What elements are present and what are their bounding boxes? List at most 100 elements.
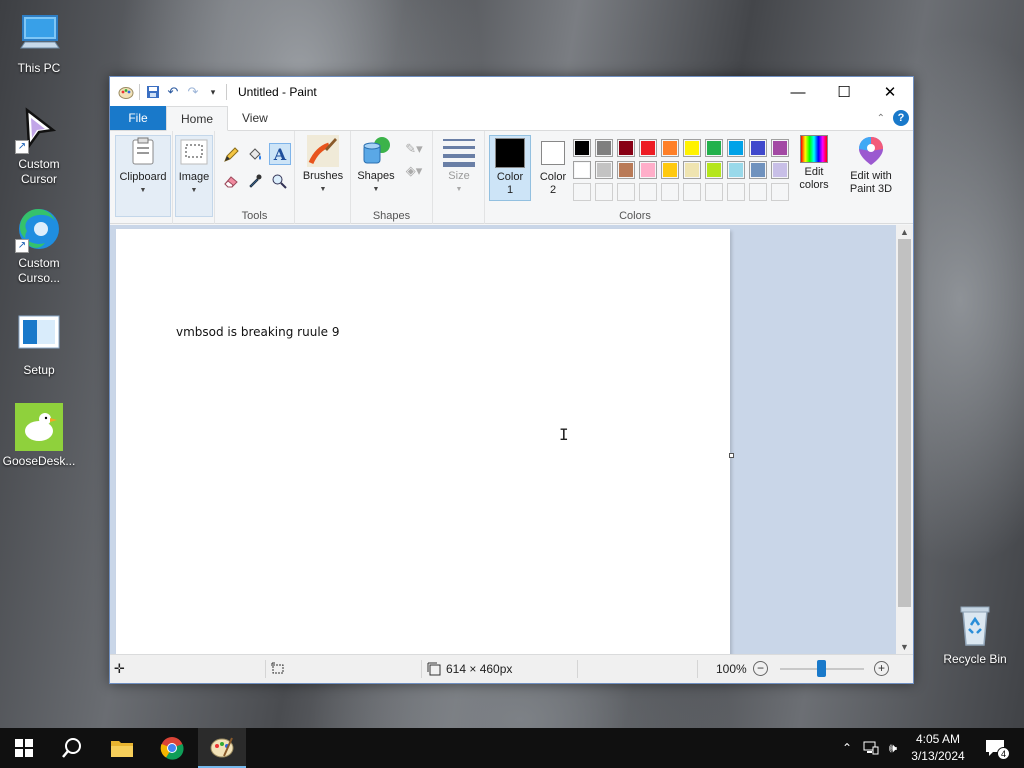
- undo-icon[interactable]: ↶: [163, 82, 183, 102]
- color1-button[interactable]: Color 1: [489, 135, 531, 201]
- color-swatch-fill: [751, 141, 765, 155]
- drawing-canvas[interactable]: vmbsod is breaking ruule 9 I: [116, 229, 730, 654]
- chrome-icon: [160, 737, 184, 760]
- scrollbar-thumb[interactable]: [898, 239, 911, 607]
- paint-taskbar-button[interactable]: [198, 728, 246, 768]
- maximize-button[interactable]: ☐: [821, 77, 867, 107]
- color-swatch[interactable]: [573, 139, 591, 157]
- color-swatch[interactable]: [573, 183, 591, 201]
- zoom-out-icon[interactable]: −: [753, 661, 768, 676]
- color-swatch[interactable]: [705, 161, 723, 179]
- color-swatch[interactable]: [639, 161, 657, 179]
- fill-bucket-icon[interactable]: [245, 145, 265, 165]
- color-swatch-fill: [575, 163, 589, 177]
- edit-with-paint3d-button[interactable]: Edit with Paint 3D: [843, 135, 899, 196]
- brush-icon: [307, 135, 339, 167]
- canvas-text[interactable]: vmbsod is breaking ruule 9: [176, 325, 340, 339]
- color-swatch[interactable]: [661, 161, 679, 179]
- system-clock[interactable]: 4:05 AM 3/13/2024: [898, 731, 978, 765]
- scroll-down-icon[interactable]: ▼: [896, 640, 913, 654]
- color-swatch[interactable]: [771, 183, 789, 201]
- image-button[interactable]: Image ▼: [175, 135, 213, 217]
- color-swatch[interactable]: [617, 183, 635, 201]
- desktop-icon-custom-cursor[interactable]: ↗ Custom Cursor: [1, 106, 77, 187]
- tab-view[interactable]: View: [228, 106, 282, 130]
- zoom-in-icon[interactable]: +: [874, 661, 889, 676]
- clipboard-button[interactable]: Clipboard ▼: [115, 135, 171, 217]
- taskbar: ⌃ 🕪 4:05 AM 3/13/2024 4: [0, 728, 1024, 768]
- canvas-resize-handle-right[interactable]: [729, 453, 734, 458]
- tab-file[interactable]: File: [110, 106, 166, 130]
- network-icon[interactable]: [860, 728, 882, 768]
- paint-app-icon[interactable]: [116, 82, 136, 102]
- color-swatch[interactable]: [639, 139, 657, 157]
- pencil-icon[interactable]: [221, 145, 241, 165]
- color-swatch[interactable]: [705, 183, 723, 201]
- color-swatch[interactable]: [749, 139, 767, 157]
- fill-icon[interactable]: ◈▾: [401, 161, 427, 181]
- color-swatch[interactable]: [683, 161, 701, 179]
- chrome-button[interactable]: [148, 728, 196, 768]
- color-swatch[interactable]: [749, 161, 767, 179]
- close-button[interactable]: ✕: [867, 77, 913, 107]
- file-explorer-button[interactable]: [98, 728, 146, 768]
- color-swatch-fill: [707, 141, 721, 155]
- color-swatch[interactable]: [749, 183, 767, 201]
- customize-quick-access-icon[interactable]: ▾: [203, 82, 223, 102]
- chevron-down-icon: ▼: [372, 186, 380, 193]
- size-button[interactable]: Size ▼: [437, 135, 481, 196]
- brushes-button[interactable]: Brushes ▼: [297, 135, 349, 196]
- color-picker-icon[interactable]: [245, 171, 265, 191]
- redo-icon[interactable]: ↷: [183, 82, 203, 102]
- color-swatch[interactable]: [617, 161, 635, 179]
- color-swatch[interactable]: [771, 139, 789, 157]
- ribbon-help-area: ⌃ ?: [877, 110, 909, 126]
- save-icon[interactable]: [143, 82, 163, 102]
- color-swatch[interactable]: [661, 183, 679, 201]
- vertical-scrollbar[interactable]: ▲ ▼: [896, 225, 913, 654]
- search-button[interactable]: [48, 728, 96, 768]
- desktop-icon-recycle-bin[interactable]: Recycle Bin: [937, 601, 1013, 667]
- desktop-icon-goosedesktop[interactable]: GooseDesk...: [1, 403, 77, 469]
- show-hidden-icons[interactable]: ⌃: [838, 728, 856, 768]
- color-swatch[interactable]: [727, 161, 745, 179]
- zoom-slider-thumb[interactable]: [817, 660, 826, 677]
- setup-icon: [15, 312, 63, 360]
- brushes-group: Brushes ▼: [295, 131, 351, 224]
- color-swatch[interactable]: [595, 139, 613, 157]
- desktop-icon-custom-cursor-edge[interactable]: ↗ Custom Curso...: [1, 205, 77, 286]
- tools-group: A Tools: [215, 131, 295, 224]
- color-swatch[interactable]: [705, 139, 723, 157]
- color-swatch[interactable]: [727, 139, 745, 157]
- color-swatch[interactable]: [639, 183, 657, 201]
- minimize-button[interactable]: —: [775, 77, 821, 107]
- color-swatch[interactable]: [573, 161, 591, 179]
- magnifier-icon[interactable]: [269, 171, 289, 191]
- text-tool-icon[interactable]: A: [269, 143, 291, 165]
- paint-window: ↶ ↷ ▾ Untitled - Paint — ☐ ✕ File Home V…: [109, 76, 914, 684]
- color-swatch[interactable]: [771, 161, 789, 179]
- edit-colors-button[interactable]: Edit colors: [791, 135, 837, 192]
- help-icon[interactable]: ?: [893, 110, 909, 126]
- action-center-button[interactable]: 4: [980, 728, 1010, 768]
- eraser-icon[interactable]: [221, 171, 241, 191]
- color-swatch[interactable]: [661, 139, 679, 157]
- title-bar[interactable]: ↶ ↷ ▾ Untitled - Paint — ☐ ✕: [110, 77, 913, 107]
- color-swatch[interactable]: [617, 139, 635, 157]
- outline-icon[interactable]: ✎▾: [401, 139, 427, 159]
- color-swatch[interactable]: [595, 161, 613, 179]
- desktop-icon-this-pc[interactable]: This PC: [1, 10, 77, 76]
- color-swatch[interactable]: [683, 183, 701, 201]
- start-button[interactable]: [0, 728, 48, 768]
- shapes-icon: [360, 135, 392, 167]
- color2-button[interactable]: Color 2: [533, 135, 573, 197]
- desktop-icon-setup[interactable]: Setup: [1, 312, 77, 378]
- scroll-up-icon[interactable]: ▲: [896, 225, 913, 239]
- search-icon: [62, 738, 81, 758]
- color-swatch[interactable]: [595, 183, 613, 201]
- color-swatch[interactable]: [683, 139, 701, 157]
- collapse-ribbon-icon[interactable]: ⌃: [877, 113, 885, 124]
- shapes-button[interactable]: Shapes ▼: [353, 135, 399, 196]
- color-swatch[interactable]: [727, 183, 745, 201]
- tab-home[interactable]: Home: [166, 106, 229, 131]
